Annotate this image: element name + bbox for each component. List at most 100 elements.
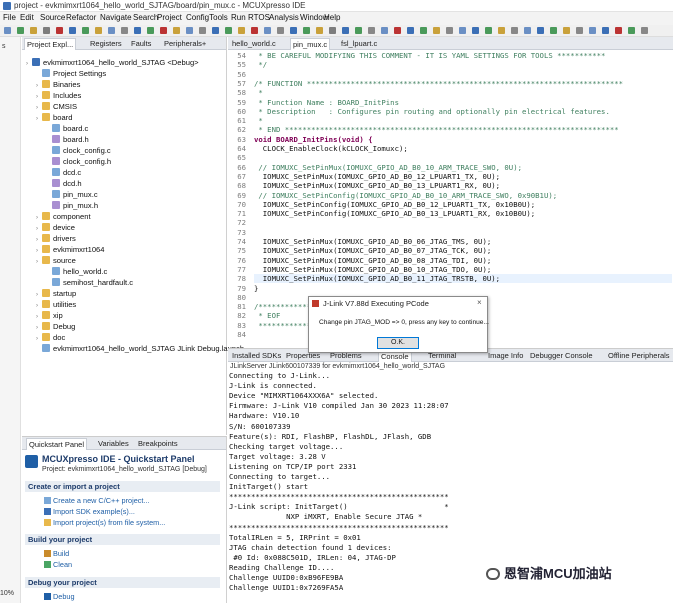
toolbar-tool-icon[interactable] [628, 27, 635, 34]
toolbar-tool-icon[interactable] [524, 27, 531, 34]
toolbar-tool-icon[interactable] [641, 27, 648, 34]
tree-item[interactable]: evkmimxrt1064_hello_world_SJTAG JLink De… [36, 343, 244, 354]
toolbar-tool-icon[interactable] [69, 27, 76, 34]
tree-item[interactable]: › drivers [36, 233, 76, 244]
toolbar-tool-icon[interactable] [537, 27, 544, 34]
tab-fsl-lpuart-c[interactable]: fsl_lpuart.c [341, 39, 377, 48]
tree-item[interactable]: pin_mux.c [46, 189, 98, 200]
close-icon[interactable]: × [477, 298, 482, 307]
tab-debugger-console[interactable]: Debugger Console [530, 351, 593, 360]
toolbar-tool-icon[interactable] [576, 27, 583, 34]
tree-item[interactable]: clock_config.c [46, 145, 111, 156]
tree-item[interactable]: semihost_hardfault.c [46, 277, 133, 288]
new-project-link[interactable]: Create a new C/C++ project... [53, 496, 150, 505]
toolbar-tool-icon[interactable] [550, 27, 557, 34]
toolbar-tool-icon[interactable] [459, 27, 466, 34]
toolbar-tool-icon[interactable] [498, 27, 505, 34]
menu-source[interactable]: Source [40, 13, 65, 22]
menu-rtos[interactable]: RTOS [248, 13, 270, 22]
tree-item[interactable]: › startup [36, 288, 76, 299]
toolbar-tool-icon[interactable] [446, 27, 453, 34]
menu-run[interactable]: Run [231, 13, 246, 22]
import-project-link[interactable]: Import project(s) from file system... [53, 518, 165, 527]
toolbar-tool-icon[interactable] [615, 27, 622, 34]
tab-peripherals[interactable]: Peripherals+ [164, 39, 206, 48]
toolbar-tool-icon[interactable] [238, 27, 245, 34]
menu-help[interactable]: Help [324, 13, 340, 22]
toolbar-tool-icon[interactable] [95, 27, 102, 34]
toolbar-tool-icon[interactable] [290, 27, 297, 34]
toolbar-tool-icon[interactable] [277, 27, 284, 34]
toolbar-tool-icon[interactable] [134, 27, 141, 34]
toolbar-tool-icon[interactable] [355, 27, 362, 34]
tree-item[interactable]: › utilities [36, 299, 76, 310]
tree-item[interactable]: dcd.c [46, 167, 81, 178]
tree-item[interactable]: board.c [46, 123, 88, 134]
menu-project[interactable]: Project [157, 13, 182, 22]
tree-item[interactable]: dcd.h [46, 178, 82, 189]
toolbar-tool-icon[interactable] [602, 27, 609, 34]
tree-item[interactable]: › evkmimxrt1064_hello_world_SJTAG <Debug> [26, 57, 199, 68]
toolbar-tool-icon[interactable] [511, 27, 518, 34]
ok-button[interactable]: O.K. [377, 337, 419, 349]
toolbar-tool-icon[interactable] [485, 27, 492, 34]
tree-item[interactable]: › Includes [36, 90, 81, 101]
tree-item[interactable]: › component [36, 211, 91, 222]
section-build[interactable]: Build your project [25, 534, 220, 545]
menu-refactor[interactable]: Refactor [66, 13, 96, 22]
toolbar-tool-icon[interactable] [407, 27, 414, 34]
tree-item[interactable]: › evkmimxrt1064 [36, 244, 104, 255]
menu-analysis[interactable]: Analysis [269, 13, 299, 22]
tab-variables[interactable]: Variables [98, 439, 129, 448]
debug-link[interactable]: Debug [53, 592, 75, 601]
toolbar-tool-icon[interactable] [56, 27, 63, 34]
tab-quickstart-panel[interactable]: Quickstart Panel [26, 438, 88, 450]
toolbar-tool-icon[interactable] [4, 27, 11, 34]
tree-item[interactable]: › board [36, 112, 72, 123]
editor-code-area[interactable]: 54 * BE CAREFUL MODIFYING THIS COMMENT -… [228, 50, 673, 339]
toolbar-tool-icon[interactable] [329, 27, 336, 34]
toolbar-tool-icon[interactable] [303, 27, 310, 34]
toolbar-tool-icon[interactable] [199, 27, 206, 34]
toolbar-tool-icon[interactable] [17, 27, 24, 34]
toolbar-tool-icon[interactable] [43, 27, 50, 34]
toolbar-tool-icon[interactable] [147, 27, 154, 34]
toolbar-tool-icon[interactable] [121, 27, 128, 34]
tab-pin-mux-c[interactable]: pin_mux.c [290, 38, 331, 50]
tab-installed-sdks[interactable]: Installed SDKs [232, 351, 281, 360]
section-debug[interactable]: Debug your project [25, 577, 220, 588]
toolbar-tool-icon[interactable] [212, 27, 219, 34]
tree-item[interactable]: Project Settings [36, 68, 106, 79]
toolbar-tool-icon[interactable] [368, 27, 375, 34]
toolbar-tool-icon[interactable] [563, 27, 570, 34]
toolbar-tool-icon[interactable] [173, 27, 180, 34]
toolbar-tool-icon[interactable] [589, 27, 596, 34]
tree-item[interactable]: › Debug [36, 321, 75, 332]
import-sdk-link[interactable]: Import SDK example(s)... [53, 507, 135, 516]
tree-item[interactable]: › device [36, 222, 75, 233]
clean-link[interactable]: Clean [53, 560, 72, 569]
tree-item[interactable]: › source [36, 255, 76, 266]
toolbar-tool-icon[interactable] [225, 27, 232, 34]
tree-item[interactable]: › Binaries [36, 79, 80, 90]
toolbar-tool-icon[interactable] [472, 27, 479, 34]
toolbar-tool-icon[interactable] [108, 27, 115, 34]
section-create-import[interactable]: Create or import a project [25, 481, 220, 492]
tree-item[interactable]: › doc [36, 332, 65, 343]
toolbar-tool-icon[interactable] [316, 27, 323, 34]
toolbar-tool-icon[interactable] [433, 27, 440, 34]
menu-navigate[interactable]: Navigate [100, 13, 132, 22]
tree-item[interactable]: pin_mux.h [46, 200, 98, 211]
tree-item[interactable]: board.h [46, 134, 89, 145]
toolbar-tool-icon[interactable] [82, 27, 89, 34]
menu-file[interactable]: File [3, 13, 16, 22]
build-link[interactable]: Build [53, 549, 69, 558]
tree-item[interactable]: clock_config.h [46, 156, 111, 167]
tab-registers[interactable]: Registers [90, 39, 122, 48]
toolbar-tool-icon[interactable] [264, 27, 271, 34]
tree-item[interactable]: hello_world.c [46, 266, 107, 277]
tab-hello-world-c[interactable]: hello_world.c [232, 39, 276, 48]
tab-faults[interactable]: Faults [131, 39, 151, 48]
toolbar-tool-icon[interactable] [342, 27, 349, 34]
toolbar-tool-icon[interactable] [251, 27, 258, 34]
